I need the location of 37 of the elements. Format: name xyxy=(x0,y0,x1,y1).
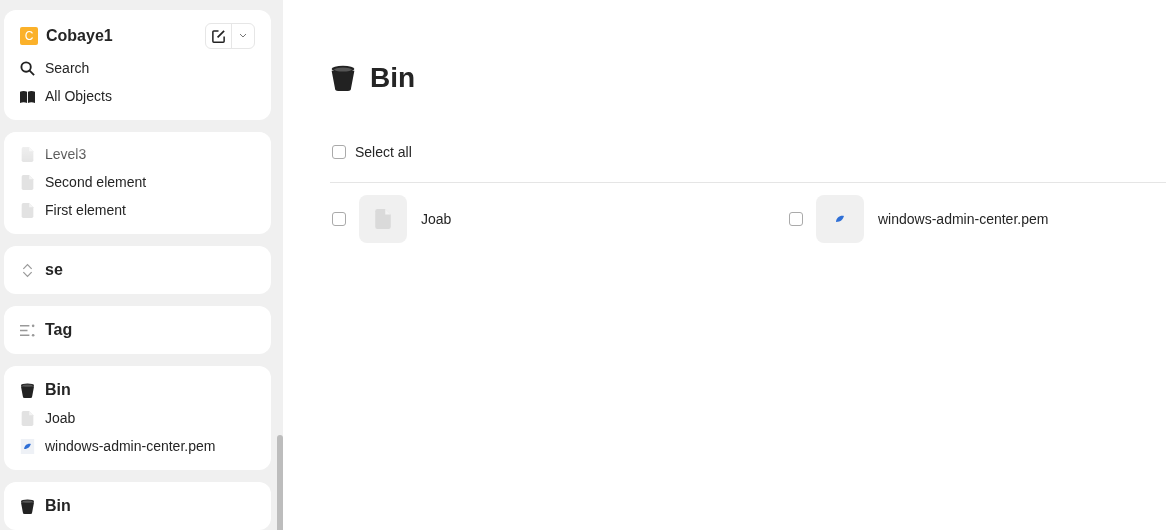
scrollbar[interactable] xyxy=(277,435,283,530)
edit-icon xyxy=(211,28,226,44)
list-icon xyxy=(20,322,35,338)
document-icon xyxy=(20,174,35,190)
page-title: Bin xyxy=(370,62,416,94)
object-link[interactable]: First element xyxy=(45,202,126,218)
file-tile[interactable] xyxy=(359,195,407,243)
chevrons-icon xyxy=(20,262,35,278)
object-link[interactable]: windows-admin-center.pem xyxy=(45,438,216,454)
checkbox[interactable] xyxy=(332,145,346,159)
object-link[interactable]: Joab xyxy=(45,410,76,426)
file-badge-icon xyxy=(20,438,35,454)
search-icon xyxy=(20,60,35,76)
space-name[interactable]: Cobaye1 xyxy=(46,27,197,45)
checkbox[interactable] xyxy=(789,212,803,226)
nav-link[interactable]: All Objects xyxy=(45,88,112,104)
bin-icon xyxy=(20,382,35,398)
bin-icon xyxy=(330,65,356,91)
widget-title[interactable]: Bin xyxy=(45,497,71,515)
widget-title[interactable]: Bin xyxy=(45,381,71,399)
checkbox[interactable] xyxy=(332,212,346,226)
bin-icon xyxy=(20,498,35,514)
object-link[interactable]: Level3 xyxy=(45,146,87,162)
caret-icon xyxy=(239,33,247,39)
document-icon xyxy=(20,146,35,162)
widget-title[interactable]: Tag xyxy=(45,321,73,339)
object-name[interactable]: Joab xyxy=(421,211,452,227)
document-icon xyxy=(20,410,35,426)
object-name[interactable]: windows-admin-center.pem xyxy=(878,211,1049,227)
nav-link[interactable]: Search xyxy=(45,60,90,76)
document-icon xyxy=(20,202,35,218)
book-icon xyxy=(20,88,35,104)
document-icon xyxy=(375,209,391,229)
object-link[interactable]: Second element xyxy=(45,174,147,190)
widget-title[interactable]: se xyxy=(45,261,63,279)
select-all-label[interactable]: Select all xyxy=(355,144,412,160)
file-tile[interactable] xyxy=(816,195,864,243)
